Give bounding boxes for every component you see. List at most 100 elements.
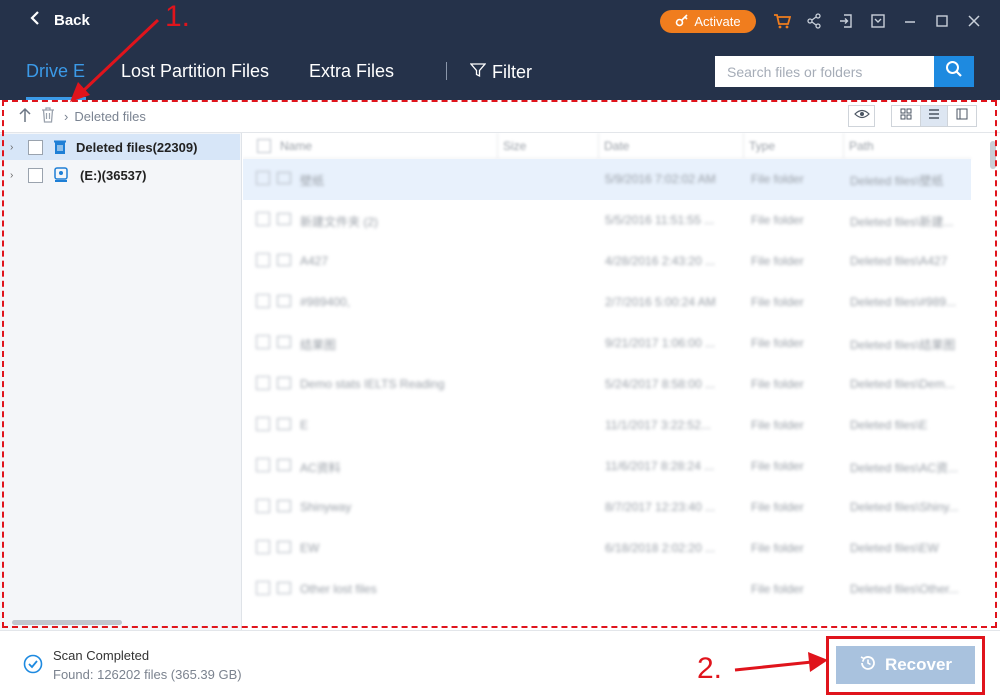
column-header-size[interactable]: Size [503, 139, 526, 153]
cell-date: 5/24/2017 8:58:00 ... [605, 377, 716, 391]
chevron-right-icon: › [64, 109, 69, 124]
close-icon[interactable] [964, 11, 984, 31]
back-label: Back [54, 12, 90, 29]
row-checkbox[interactable] [256, 376, 270, 390]
cell-date: 2/7/2016 5:00:24 AM [605, 295, 716, 309]
table-row[interactable]: 壁纸 5/9/2016 7:02:02 AM File folder Delet… [243, 159, 971, 200]
cell-name: EW [300, 541, 320, 555]
cell-date: 11/6/2017 8:28:24 ... [605, 459, 715, 473]
cart-icon[interactable] [772, 11, 792, 31]
drive-icon [53, 167, 69, 186]
tree-item-deleted-files[interactable]: › Deleted files(22309) [0, 134, 240, 160]
key-icon [675, 13, 689, 30]
cell-path: Deleted files\A427 [850, 254, 948, 268]
grid-view-button[interactable] [892, 106, 920, 126]
tree-checkbox[interactable] [28, 167, 43, 183]
row-checkbox[interactable] [256, 581, 270, 595]
table-row[interactable]: Shinyway 8/7/2017 12:23:40 ... File fold… [243, 487, 971, 528]
signin-icon[interactable] [836, 11, 856, 31]
tab-extra-files[interactable]: Extra Files [309, 61, 394, 82]
folder-icon [277, 213, 291, 225]
panel-icon [956, 107, 968, 125]
search-button[interactable] [934, 56, 974, 87]
horizontal-scrollbar[interactable] [12, 620, 122, 625]
vertical-scrollbar[interactable] [990, 141, 996, 169]
table-row[interactable]: AC资料 11/6/2017 8:28:24 ... File folder D… [243, 446, 971, 487]
row-checkbox[interactable] [256, 540, 270, 554]
table-row[interactable]: Demo stats IELTS Reading 5/24/2017 8:58:… [243, 364, 971, 405]
column-header-type[interactable]: Type [749, 139, 775, 153]
row-checkbox[interactable] [256, 335, 270, 349]
cell-date: 5/9/2016 7:02:02 AM [605, 172, 716, 186]
table-row[interactable]: 新建文件夹 (2) 5/5/2016 11:51:55 ... File fol… [243, 200, 971, 241]
search-input[interactable] [715, 56, 935, 87]
cell-type: File folder [751, 418, 804, 432]
table-row[interactable]: 结果图 9/21/2017 1:06:00 ... File folder De… [243, 323, 971, 364]
column-header-name[interactable]: Name [280, 139, 312, 153]
trash-icon[interactable] [41, 107, 55, 128]
cell-name: 新建文件夹 (2) [300, 215, 379, 229]
row-checkbox[interactable] [256, 458, 270, 472]
select-all-checkbox[interactable] [257, 139, 271, 153]
nav-bar: Drive E Lost Partition Files Extra Files… [0, 42, 1000, 100]
table-row[interactable]: #989400, 2/7/2016 5:00:24 AM File folder… [243, 282, 971, 323]
table-row[interactable]: A427 4/28/2016 2:43:20 ... File folder D… [243, 241, 971, 282]
row-checkbox[interactable] [256, 417, 270, 431]
cell-type: File folder [751, 377, 804, 391]
folder-icon [277, 172, 291, 184]
tree-checkbox[interactable] [28, 139, 43, 155]
file-list: Name Size Date Type Path 壁纸 5/9/2016 7:0… [243, 133, 1000, 630]
cell-type: File folder [751, 459, 804, 473]
cell-name: Demo stats IELTS Reading [300, 377, 445, 391]
cell-name: Shinyway [300, 500, 352, 514]
cell-type: File folder [751, 254, 804, 268]
eye-icon [853, 107, 870, 125]
preview-toggle-button[interactable] [848, 105, 875, 127]
list-view-button[interactable] [920, 106, 948, 126]
history-icon [859, 654, 877, 677]
folder-icon [277, 582, 291, 594]
table-row[interactable]: EW 6/18/2018 2:02:20 ... File folder Del… [243, 528, 971, 569]
row-checkbox[interactable] [256, 212, 270, 226]
cell-path: Deleted files\Shiny... [850, 500, 959, 514]
title-bar: Back Activate [0, 0, 1000, 42]
row-checkbox[interactable] [256, 171, 270, 185]
cell-name: 壁纸 [300, 174, 325, 188]
tab-lost-partition-files[interactable]: Lost Partition Files [121, 61, 269, 82]
trash-icon [53, 139, 67, 158]
cell-date: 4/28/2016 2:43:20 ... [605, 254, 716, 268]
arrow-up-icon[interactable] [18, 107, 32, 128]
recover-button[interactable]: Recover [836, 646, 975, 684]
maximize-icon[interactable] [932, 11, 952, 31]
table-row[interactable]: Other lost files File folder Deleted fil… [243, 569, 971, 610]
cell-path: Deleted files\AC资... [850, 461, 959, 475]
row-checkbox[interactable] [256, 294, 270, 308]
tab-drive-e[interactable]: Drive E [26, 61, 85, 82]
cell-date: 8/7/2017 12:23:40 ... [605, 500, 716, 514]
table-row[interactable]: E 11/1/2017 3:22:52... File folder Delet… [243, 405, 971, 446]
cell-date: 5/5/2016 11:51:55 ... [605, 213, 715, 227]
cell-path: Deleted files\壁纸 [850, 174, 944, 188]
nav-divider [446, 62, 447, 80]
row-checkbox[interactable] [256, 253, 270, 267]
row-checkbox[interactable] [256, 499, 270, 513]
activate-button[interactable]: Activate [660, 10, 756, 33]
filter-button[interactable]: Filter [469, 62, 532, 83]
cell-type: File folder [751, 500, 804, 514]
minimize-icon[interactable] [900, 11, 920, 31]
column-divider [598, 133, 599, 159]
menu-icon[interactable] [868, 11, 888, 31]
column-header-path[interactable]: Path [849, 139, 874, 153]
grid-icon [900, 107, 912, 125]
back-button[interactable]: Back [30, 11, 90, 30]
expand-arrow-icon[interactable]: › [10, 170, 13, 181]
cell-path: Deleted files\#989... [850, 295, 957, 309]
cell-name: E [300, 418, 309, 432]
column-header-date[interactable]: Date [604, 139, 629, 153]
breadcrumb-item[interactable]: Deleted files [74, 109, 146, 124]
detail-view-button[interactable] [948, 106, 976, 126]
tree-item-drive-e[interactable]: › (E:)(36537) [0, 162, 240, 188]
expand-arrow-icon[interactable]: › [10, 142, 13, 153]
cell-type: File folder [751, 213, 804, 227]
share-icon[interactable] [804, 11, 824, 31]
